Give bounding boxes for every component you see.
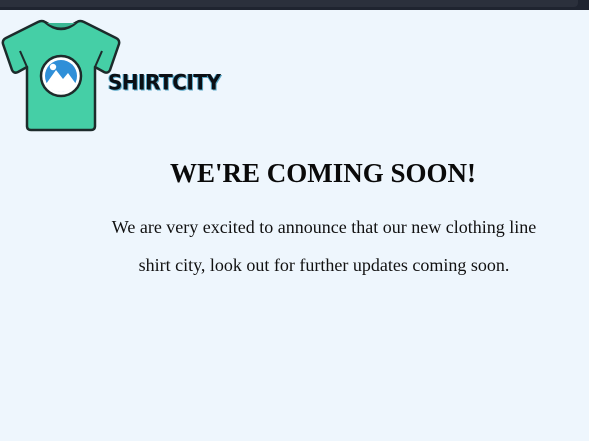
brand-name: SHIRTCITY — [108, 69, 221, 95]
page-title: WE'RE COMING SOON! — [169, 158, 477, 188]
browser-top-bar-inner — [0, 0, 578, 7]
browser-top-bar — [0, 0, 589, 10]
announcement-text: We are very excited to announce that our… — [111, 217, 537, 275]
coming-soon-page: SHIRTCITY WE'RE COMING SOON! We are very… — [0, 10, 589, 441]
tshirt-image-icon — [1, 19, 121, 132]
site-logo[interactable]: SHIRTCITY — [0, 18, 230, 133]
